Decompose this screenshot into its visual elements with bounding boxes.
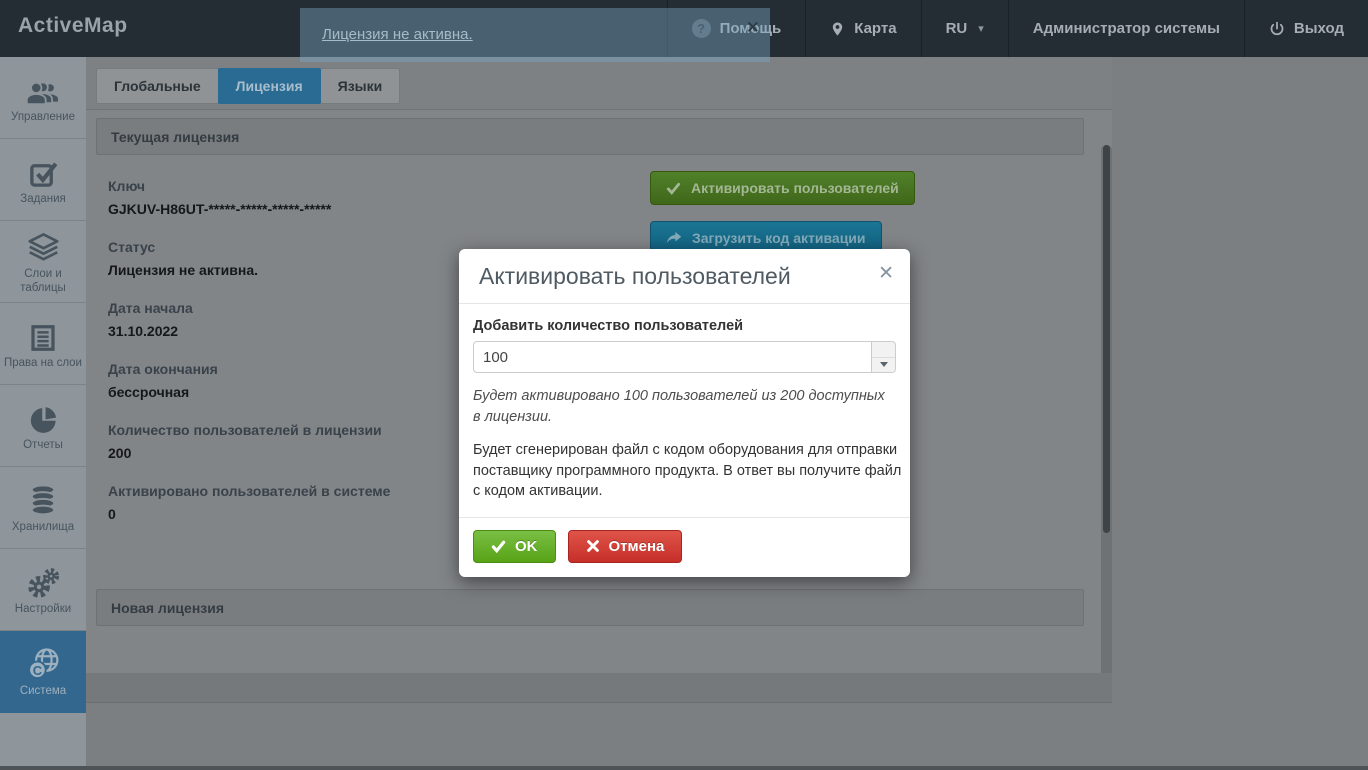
check-icon bbox=[666, 181, 681, 196]
tab-label: Языки bbox=[338, 78, 383, 94]
tab-languages[interactable]: Языки bbox=[320, 68, 401, 104]
sidebar-item-label: Настройки bbox=[3, 603, 83, 616]
gears-icon bbox=[27, 563, 60, 599]
sidebar-item-label: Отчеты bbox=[3, 439, 83, 452]
database-icon bbox=[28, 481, 58, 517]
user-count-input[interactable] bbox=[473, 341, 896, 373]
tab-label: Глобальные bbox=[114, 78, 201, 94]
sidebar-item-settings[interactable]: Настройки bbox=[0, 549, 86, 631]
window-bottom-edge bbox=[0, 766, 1368, 770]
upload-arrow-icon bbox=[666, 231, 682, 245]
modal-close-icon[interactable]: ✕ bbox=[878, 262, 894, 285]
sidebar-item-layers-tables[interactable]: Слои и таблицы bbox=[0, 221, 86, 303]
license-notification-banner: Лицензия не активна. ✕ bbox=[300, 8, 770, 62]
header-item-label: Администратор системы bbox=[1033, 20, 1220, 37]
spinner-down-button[interactable] bbox=[872, 358, 895, 373]
section-title: Новая лицензия bbox=[111, 600, 224, 616]
banner-close-icon[interactable]: ✕ bbox=[746, 18, 760, 38]
tabs: Глобальные Лицензия Языки bbox=[96, 68, 399, 104]
footer-band bbox=[86, 673, 1112, 703]
caret-down-icon: ▾ bbox=[978, 22, 984, 35]
modal-note: Будет сгенерирован файл с кодом оборудов… bbox=[473, 440, 903, 502]
user-count-label: Добавить количество пользователей bbox=[473, 318, 896, 334]
number-spinner bbox=[871, 342, 895, 372]
header-item-current-user[interactable]: Администратор системы bbox=[1008, 0, 1244, 57]
header-menu: ? Помощь Карта RU ▾ Администратор систем… bbox=[667, 0, 1368, 57]
field-value: GJKUV-H86UT-*****-*****-*****-***** bbox=[108, 198, 628, 221]
users-icon bbox=[25, 71, 61, 107]
scrollbar-thumb[interactable] bbox=[1103, 145, 1110, 533]
sidebar-item-system[interactable]: C Система bbox=[0, 631, 86, 713]
arrow-down-icon bbox=[880, 362, 888, 367]
field-key: Ключ GJKUV-H86UT-*****-*****-*****-***** bbox=[108, 175, 628, 221]
sidebar-item-label: Задания bbox=[3, 193, 83, 206]
map-pin-icon bbox=[830, 20, 845, 38]
x-icon bbox=[586, 539, 600, 553]
pie-chart-icon bbox=[28, 399, 59, 435]
sidebar-item-tasks[interactable]: Задания bbox=[0, 139, 86, 221]
modal-header: Активировать пользователей ✕ bbox=[459, 249, 910, 304]
application-window: ActiveMap ? Помощь Карта RU ▾ Администра… bbox=[0, 0, 1368, 770]
activate-users-button[interactable]: Активировать пользователей bbox=[650, 171, 915, 205]
sidebar-item-storages[interactable]: Хранилища bbox=[0, 467, 86, 549]
cancel-button[interactable]: Отмена bbox=[568, 530, 683, 563]
sidebar-item-label: Хранилища bbox=[3, 521, 83, 534]
header-item-logout[interactable]: Выход bbox=[1244, 0, 1368, 57]
button-label: OK bbox=[515, 538, 538, 555]
sidebar-item-management[interactable]: Управление bbox=[0, 57, 86, 139]
check-icon bbox=[491, 539, 506, 554]
header-item-label: RU bbox=[946, 20, 968, 37]
globe-icon: C bbox=[26, 645, 61, 681]
tab-global[interactable]: Глобальные bbox=[96, 68, 219, 104]
header-item-label: Карта bbox=[854, 20, 896, 37]
layer-permissions-icon bbox=[28, 317, 58, 353]
app-logo: ActiveMap bbox=[18, 14, 128, 38]
section-header-current-license: Текущая лицензия bbox=[96, 118, 1084, 155]
tab-label: Лицензия bbox=[236, 78, 303, 94]
button-label: Отмена bbox=[609, 538, 665, 555]
section-title: Текущая лицензия bbox=[111, 129, 239, 145]
section-header-new-license: Новая лицензия bbox=[96, 589, 1084, 626]
sidebar-item-reports[interactable]: Отчеты bbox=[0, 385, 86, 467]
sidebar-item-label: Управление bbox=[3, 111, 83, 124]
header-item-label: Выход bbox=[1294, 20, 1344, 37]
field-label: Ключ bbox=[108, 175, 628, 198]
sidebar-item-layer-permissions[interactable]: Права на слои bbox=[0, 303, 86, 385]
header-item-language-dropdown[interactable]: RU ▾ bbox=[921, 0, 1008, 57]
tasks-checkbox-icon bbox=[28, 153, 59, 189]
modal-title: Активировать пользователей bbox=[479, 263, 890, 290]
svg-text:C: C bbox=[32, 663, 41, 678]
button-label: Загрузить код активации bbox=[692, 230, 866, 246]
sidebar-item-label: Слои и таблицы bbox=[3, 268, 83, 294]
number-input-wrap bbox=[473, 341, 896, 373]
spinner-up-button[interactable] bbox=[872, 342, 895, 358]
activate-users-modal: Активировать пользователей ✕ Добавить ко… bbox=[459, 249, 910, 577]
ok-button[interactable]: OK bbox=[473, 530, 556, 563]
modal-footer: OK Отмена bbox=[459, 517, 910, 577]
power-icon bbox=[1269, 21, 1285, 37]
layers-icon bbox=[27, 228, 60, 264]
modal-note-italic: Будет активировано 100 пользователей из … bbox=[473, 386, 888, 427]
license-notification-link[interactable]: Лицензия не активна. bbox=[322, 26, 473, 43]
button-label: Активировать пользователей bbox=[691, 180, 899, 196]
tab-license[interactable]: Лицензия bbox=[218, 68, 321, 104]
sidebar-navigation: Управление Задания Слои и таблицы bbox=[0, 57, 86, 766]
scrollbar-track[interactable] bbox=[1101, 145, 1112, 694]
sidebar-item-label: Система bbox=[3, 685, 83, 698]
modal-body: Добавить количество пользователей Будет … bbox=[459, 304, 910, 502]
header-item-map[interactable]: Карта bbox=[805, 0, 920, 57]
sidebar-item-label: Права на слои bbox=[3, 357, 83, 370]
